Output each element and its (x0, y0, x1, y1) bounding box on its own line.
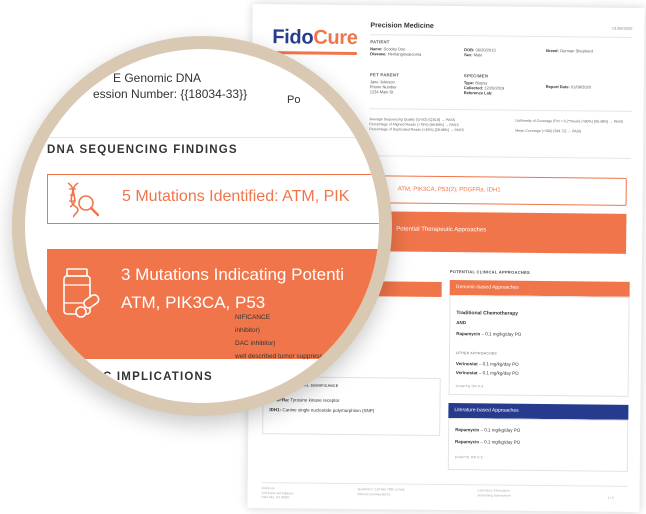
idh1-row: IDH1: Canine single nucleotide polymorph… (269, 407, 375, 414)
qc-divider (369, 108, 632, 112)
header-divider (370, 34, 633, 38)
genomic-dna-label: E Genomic DNA (113, 71, 202, 85)
dna-magnifier-icon (67, 182, 100, 218)
chapter-link[interactable]: CHAPTE ON P.3 (456, 384, 484, 388)
qc-metric: Percentage of Duplicated Reads (<40%) [2… (369, 127, 464, 133)
fragment-row: inhibitor) (235, 327, 260, 334)
therapeutic-mutations-line1: 3 Mutations Indicating Potenti (121, 265, 345, 284)
literature-approaches-card: Rapamycin – 0.1 mg/kg/day PO Rapamycin –… (447, 418, 629, 472)
rapamycin-row: Rapamycin – 0.1 mg/kg/day PO (456, 331, 522, 337)
rapamycin-row: Rapamycin – 0.1 mg/kg/day PO (455, 427, 521, 433)
dna-findings-heading: DNA SEQUENCING FINDINGS (47, 144, 238, 156)
side-label: Po (287, 94, 301, 106)
pet-parent-address: 1234 Main St. (369, 89, 395, 95)
patient-breed: Breed: German Shepherd (546, 48, 593, 54)
patient-sex: Sex: Male (464, 52, 483, 58)
report-date: 01/09/2020 (612, 25, 633, 31)
pet-parent-section-label: PET PARENT (369, 72, 400, 78)
chapter-link[interactable]: CHAPTE ON P.3 (455, 455, 483, 459)
footer-divider (261, 482, 628, 487)
therapeutic-mutations-genes: ATM, PIK3CA, P53 (121, 293, 266, 312)
qc-metric: Uniformity of Coverage (Pct > 0.2*mean) … (515, 118, 624, 124)
and-label: AND (456, 320, 467, 326)
fragment-row: NIFICANCE (235, 314, 271, 321)
magnifier-lens: E Genomic DNA ession Number: {{18034-33}… (12, 36, 392, 416)
footer-page-number: 1 / 6 (607, 495, 614, 500)
fidocure-logo: FidoCure (272, 26, 358, 50)
specimen-reference-lab: Reference Lab: (463, 90, 493, 96)
approaches-title: POTENTIAL CLINICAL APPROACHES (449, 269, 531, 275)
magnified-view: E Genomic DNA ession Number: {{18034-33}… (25, 49, 379, 403)
patient-section-label: PATIENT (370, 39, 390, 45)
partial-row-fragments: NIFICANCE inhibitor) DAC inhibitor) well… (235, 311, 329, 363)
report-title: Precision Medicine (370, 22, 434, 30)
fragment-row: well described tumor suppressor (235, 353, 329, 360)
mutations-identified-box: 5 Mutations Identified: ATM, PIK (47, 174, 379, 224)
mutations-list: ATM, PIK3CA, P53(2), PDGFRa, IDH1 (397, 186, 501, 194)
pill-bottle-icon (63, 268, 100, 318)
specimen-section-label: SPECIMEN (463, 73, 489, 79)
footer-address: FidoCure 123 Some Rd Address Palo Alto, CA… (261, 486, 294, 500)
other-approaches-label: OTHER APPROACHES (455, 351, 498, 356)
qc-metric: Mean Coverage (>100) [394.72] → PASS (515, 128, 582, 134)
vorinostat-row: Verinostat – 0.1 mg/kg/day PO (455, 370, 519, 376)
therapeutic-mutations-band: 3 Mutations Indicating Potenti ATM, PIK3… (47, 249, 379, 359)
screenshot-stage: FidoCure Precision Medicine 01/09/2020 P… (0, 0, 646, 514)
patient-disease: Disease: Hemangiosarcoma (370, 51, 422, 57)
mutations-identified-text: 5 Mutations Identified: ATM, PIK (122, 188, 350, 205)
rapamycin-row: Rapamycin – 0.1 mg/kg/day PO (455, 439, 521, 445)
footer-contact: Questions? 123 456 7890 or help fidocure.… (357, 487, 405, 496)
implications-heading: C IMPLICATIONS (103, 371, 213, 383)
therapeutic-label: Potential Therapeutic Approaches (396, 226, 487, 234)
genomic-approaches-card: Traditional Chemotherapy AND Rapamycin –… (448, 295, 630, 397)
vorinostat-row: Verinostat – 0.1 mg/kg/day PO (455, 361, 519, 367)
lens-divider (25, 137, 379, 138)
traditional-chemo: Traditional Chemotherapy (456, 310, 519, 317)
fragment-row: DAC inhibitor) (235, 340, 276, 347)
accession-number: ession Number: {{18034-33}} (93, 87, 248, 101)
footer-lab-info: Laboratory Information Something Somewher… (477, 488, 511, 498)
report-date-field: Report Date: 01/09/2020 (545, 84, 591, 90)
